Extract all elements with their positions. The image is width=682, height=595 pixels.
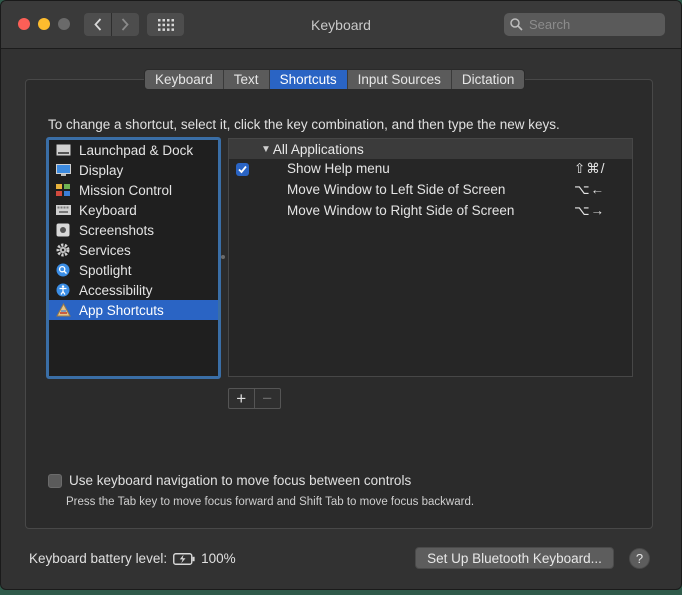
checkmark-icon	[238, 165, 247, 174]
battery-value: 100%	[201, 551, 236, 566]
setup-bluetooth-keyboard-button[interactable]: Set Up Bluetooth Keyboard...	[415, 547, 614, 569]
spotlight-icon	[55, 262, 71, 278]
launchpad-icon	[55, 142, 71, 158]
app-shortcuts-icon	[55, 302, 71, 318]
battery-status: Keyboard battery level: 100%	[29, 551, 236, 566]
tab-input-sources[interactable]: Input Sources	[348, 70, 452, 89]
help-button[interactable]: ?	[629, 548, 650, 569]
table-row[interactable]: Move Window to Left Side of Screen ⌥←	[229, 180, 632, 201]
keyboard-navigation-option[interactable]: Use keyboard navigation to move focus be…	[48, 473, 411, 488]
shortcut-keys[interactable]: ⌥→	[574, 203, 605, 219]
category-label: Display	[79, 162, 124, 178]
screenshot-icon	[55, 222, 71, 238]
tab-bar: Keyboard Text Shortcuts Input Sources Di…	[144, 69, 526, 90]
category-label: Accessibility	[79, 282, 153, 298]
table-row[interactable]: Show Help menu ⇧⌘/	[229, 159, 632, 180]
shortcut-name: Show Help menu	[287, 161, 390, 176]
shortcut-keys[interactable]: ⌥←	[574, 182, 605, 198]
table-row[interactable]: Move Window to Right Side of Screen ⌥→	[229, 201, 632, 222]
mission-control-icon	[55, 182, 71, 198]
category-services[interactable]: Services	[49, 240, 218, 260]
category-label: Services	[79, 242, 131, 258]
category-spotlight[interactable]: Spotlight	[49, 260, 218, 280]
keyboard-navigation-hint: Press the Tab key to move focus forward …	[66, 496, 475, 508]
title-bar: Keyboard Search	[1, 1, 681, 49]
remove-shortcut-button[interactable]: −	[255, 389, 280, 408]
keyboard-navigation-checkbox[interactable]	[48, 473, 62, 488]
search-placeholder: Search	[529, 17, 571, 32]
category-label: Screenshots	[79, 222, 155, 238]
category-label: Mission Control	[79, 182, 173, 198]
shortcut-name: Move Window to Right Side of Screen	[287, 203, 515, 218]
battery-charging-icon	[173, 552, 195, 565]
accessibility-icon	[55, 282, 71, 298]
tab-text[interactable]: Text	[224, 70, 270, 89]
shortcuts-table: ▼ All Applications Show Help menu ⇧⌘/ Mo…	[228, 138, 633, 377]
keyboard-navigation-label: Use keyboard navigation to move focus be…	[69, 473, 412, 488]
category-label: Keyboard	[79, 202, 137, 218]
group-row-all-applications[interactable]: ▼ All Applications	[229, 139, 632, 159]
instructions-text: To change a shortcut, select it, click t…	[48, 117, 560, 132]
add-shortcut-button[interactable]: +	[229, 389, 255, 408]
shortcut-name: Move Window to Left Side of Screen	[287, 182, 506, 197]
category-keyboard[interactable]: Keyboard	[49, 200, 218, 220]
tab-shortcuts[interactable]: Shortcuts	[269, 70, 348, 89]
keyboard-icon	[55, 202, 71, 218]
category-app-shortcuts[interactable]: App Shortcuts	[49, 300, 218, 320]
search-icon	[510, 18, 523, 31]
category-screenshots[interactable]: Screenshots	[49, 220, 218, 240]
gear-icon	[55, 242, 71, 258]
add-remove-control: + −	[228, 388, 281, 409]
disclosure-triangle-icon[interactable]: ▼	[261, 144, 271, 155]
shortcut-keys[interactable]: ⇧⌘/	[574, 161, 606, 177]
category-launchpad-dock[interactable]: Launchpad & Dock	[49, 140, 218, 160]
category-label: App Shortcuts	[79, 302, 164, 318]
battery-label: Keyboard battery level:	[29, 551, 168, 566]
category-list: Launchpad & Dock Display Mission Control…	[46, 137, 221, 379]
category-label: Launchpad & Dock	[79, 142, 194, 158]
shortcut-checkbox[interactable]	[236, 205, 249, 218]
tab-keyboard[interactable]: Keyboard	[145, 70, 224, 89]
tab-dictation[interactable]: Dictation	[452, 70, 525, 89]
shortcut-checkbox[interactable]	[236, 184, 249, 197]
splitter-handle[interactable]	[221, 255, 225, 259]
category-mission-control[interactable]: Mission Control	[49, 180, 218, 200]
category-display[interactable]: Display	[49, 160, 218, 180]
search-field[interactable]: Search	[504, 13, 665, 36]
category-accessibility[interactable]: Accessibility	[49, 280, 218, 300]
shortcut-checkbox[interactable]	[236, 163, 249, 176]
category-label: Spotlight	[79, 262, 132, 278]
display-icon	[55, 162, 71, 178]
group-label: All Applications	[272, 141, 364, 157]
keyboard-preferences-window: Keyboard Search Keyboard Text Shortcuts …	[0, 0, 682, 590]
